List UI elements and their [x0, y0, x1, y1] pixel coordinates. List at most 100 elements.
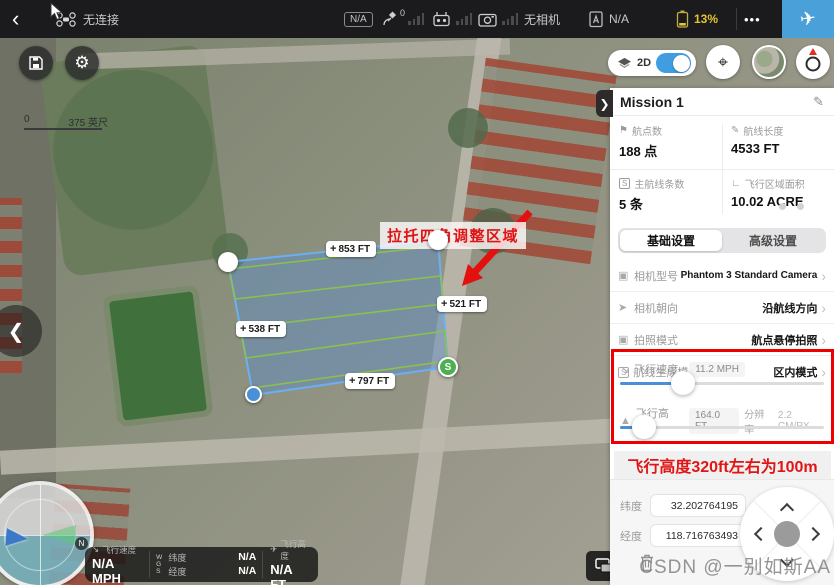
- camera-model-value: Phantom 3 Standard Camera: [681, 270, 818, 281]
- corner-handle-top-right[interactable]: [428, 230, 448, 250]
- battery-percent: 13%: [694, 12, 718, 26]
- camera-icon: [478, 12, 497, 27]
- mission-title: Mission 1: [620, 94, 684, 110]
- altitude-annotation: 飞行高度320ft左右为100m: [614, 451, 831, 479]
- longitude-input[interactable]: [650, 524, 746, 547]
- map-mode-control[interactable]: 2D: [608, 50, 696, 76]
- more-icon: •••: [744, 12, 761, 27]
- area-ruler-icon: ∟: [731, 178, 741, 189]
- telemetry-speed: ↘飞行速度 N/A MPH: [85, 547, 149, 582]
- compass-dial-icon: [806, 56, 821, 71]
- edge-length-pill[interactable]: +521 FT: [437, 296, 487, 312]
- stat-area: ∟飞行区域面积 10.02 ACRE: [722, 169, 834, 222]
- corner-handle-start[interactable]: S: [438, 357, 458, 377]
- panel-collapse-tab[interactable]: ❯: [596, 90, 613, 117]
- edge-length-pill[interactable]: +538 FT: [236, 321, 286, 337]
- rc-status: [432, 0, 451, 38]
- remote-controller-icon: [432, 11, 451, 27]
- tab-advanced-settings[interactable]: 高级设置: [722, 230, 824, 251]
- move-icon: +: [441, 298, 447, 310]
- edit-mission-button[interactable]: ✎: [813, 94, 824, 110]
- compass-needle-icon: [809, 48, 817, 55]
- move-icon: +: [330, 243, 336, 255]
- map-trees-1: [448, 108, 488, 148]
- mission-settings-button[interactable]: ⚙: [65, 46, 99, 80]
- back-icon: ‹: [12, 6, 19, 32]
- chevron-right-icon: ›: [821, 332, 826, 348]
- nudge-up-button[interactable]: [780, 503, 794, 517]
- setting-camera-model[interactable]: ▣ 相机型号 Phantom 3 Standard Camera ›: [610, 260, 834, 292]
- aircraft-heading-icon: [5, 528, 28, 548]
- minimap-thumbnail: [754, 47, 784, 77]
- connection-status-label: 无连接: [83, 11, 119, 28]
- top-status-bar: ‹ 无连接 N/A 0 无相机 N/A 13% ••• ✈: [0, 0, 834, 38]
- corner-handle-bottom-left[interactable]: [245, 386, 262, 403]
- telemetry-speed-value: N/A MPH: [92, 556, 142, 585]
- waypoint-icon: ⚑: [619, 125, 628, 136]
- back-button[interactable]: ‹: [12, 0, 19, 38]
- nudge-right-button[interactable]: [806, 527, 820, 541]
- gear-icon: ⚙: [74, 53, 89, 73]
- scale-distance: 375 英尺: [69, 114, 108, 129]
- locate-icon: ⌖: [718, 52, 728, 73]
- mission-stats: ⚑航点数 188 点 ✎航线长度 4533 FT S主航线条数 5 条 ∟飞行区…: [610, 116, 834, 222]
- clipboard-a-icon: [588, 10, 604, 28]
- gps-count: 0: [400, 8, 405, 18]
- flight-mode-badge: N/A: [344, 0, 373, 38]
- camera-status-label: 无相机: [524, 0, 560, 38]
- telemetry-altitude: ✈飞行高度 N/A FT: [263, 547, 318, 582]
- setting-camera-heading[interactable]: ➤ 相机朝向 沿航线方向 ›: [610, 292, 834, 324]
- takeoff-button[interactable]: ✈: [782, 0, 834, 38]
- stat-main-lines: S主航线条数 5 条: [610, 169, 722, 222]
- watermark: CSDN @一别如斯AA: [639, 552, 831, 579]
- corner-handle-top-left[interactable]: [218, 252, 238, 272]
- wgs-label: W G S: [150, 547, 162, 582]
- annotation-highlight-box: [611, 349, 834, 444]
- scale-zero: 0: [24, 114, 30, 125]
- telemetry-lat-value: N/A: [238, 551, 256, 564]
- plane-icon: ✈: [799, 7, 818, 32]
- drag-corners-hint: 拉托四角调整区域: [380, 222, 526, 249]
- locate-me-button[interactable]: ⌖: [706, 45, 740, 79]
- 2d-mode-toggle[interactable]: [656, 53, 691, 73]
- battery-icon: [676, 10, 689, 28]
- edge-length-pill[interactable]: +853 FT: [326, 241, 376, 257]
- telemetry-gps: 纬度N/A 经度N/A: [162, 547, 262, 582]
- map-sports-field: [102, 285, 213, 428]
- map-road-top: [80, 39, 510, 70]
- map-park: [40, 44, 230, 278]
- altitude-icon: ✈: [270, 544, 277, 555]
- heading-icon: ➤: [618, 301, 634, 314]
- speed-icon: ↘: [92, 544, 99, 555]
- stats-page-dots[interactable]: [779, 203, 804, 210]
- more-menu-button[interactable]: •••: [744, 0, 761, 38]
- nudge-left-button[interactable]: [754, 527, 768, 541]
- gps-status: 0: [382, 0, 405, 38]
- save-mission-button[interactable]: [19, 46, 53, 80]
- rc-mode-status: N/A: [588, 0, 629, 38]
- camera-icon: ▣: [618, 269, 634, 282]
- move-icon: +: [349, 375, 355, 387]
- attitude-compass-instrument: N: [0, 481, 94, 585]
- aircraft-connection: 无连接: [56, 0, 119, 38]
- nudge-center-button[interactable]: [774, 521, 800, 547]
- rc-signal-bars: [456, 0, 472, 38]
- camera-status-icon-group: [478, 0, 497, 38]
- longitude-row: 经度: [620, 524, 746, 547]
- minimap-preview-button[interactable]: [752, 45, 786, 79]
- stat-waypoints-value: 188 点: [619, 141, 722, 160]
- chevron-right-icon: ›: [821, 268, 826, 284]
- move-icon: +: [240, 323, 246, 335]
- lines-count-icon: S: [619, 178, 630, 189]
- photo-mode-value: 航点悬停拍照: [751, 332, 817, 348]
- tab-basic-settings[interactable]: 基础设置: [620, 230, 722, 251]
- stat-waypoints: ⚑航点数 188 点: [610, 116, 722, 169]
- latitude-row: 纬度: [620, 494, 746, 517]
- mission-header: Mission 1 ✎: [610, 88, 834, 116]
- edge-length-pill[interactable]: +797 FT: [345, 373, 395, 389]
- chevron-left-icon: ❮: [8, 319, 25, 344]
- map-mode-label: 2D: [637, 57, 651, 69]
- topbar-divider: [736, 8, 737, 30]
- latitude-input[interactable]: [650, 494, 746, 517]
- compass-reset-button[interactable]: [796, 45, 830, 79]
